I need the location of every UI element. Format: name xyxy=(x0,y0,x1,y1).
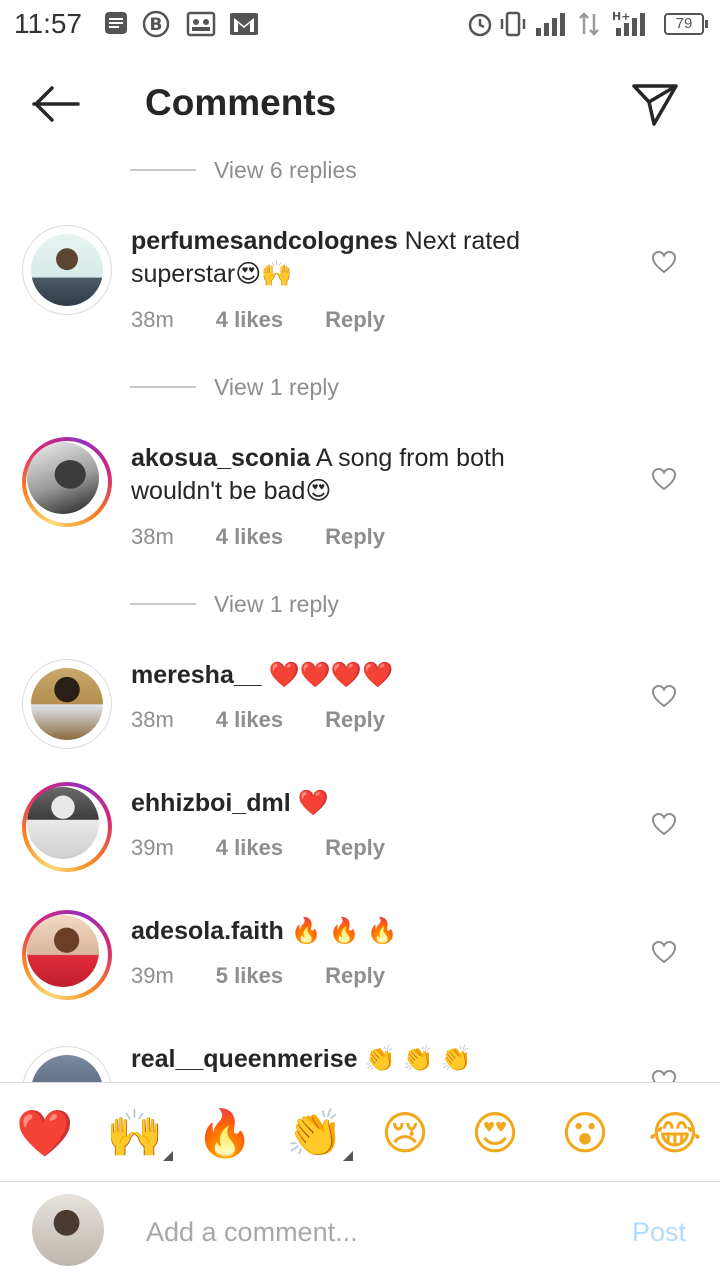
view-replies-button[interactable]: View 1 reply xyxy=(130,584,339,624)
skin-tone-indicator xyxy=(163,1151,173,1161)
reply-button[interactable]: Reply xyxy=(325,835,385,861)
status-time: 11:57 xyxy=(14,8,82,39)
avatar[interactable] xyxy=(22,437,112,527)
like-heart-icon[interactable] xyxy=(651,467,677,491)
contacts-icon xyxy=(186,11,216,37)
avatar[interactable] xyxy=(22,910,112,1000)
comment-username[interactable]: meresha__ xyxy=(131,661,262,689)
comment-composer: Post xyxy=(0,1181,720,1280)
emoji-surprised-button[interactable]: 😮 xyxy=(555,1103,615,1163)
comment-time: 38m xyxy=(131,707,174,732)
signal-hplus-icon: H+ xyxy=(612,10,645,36)
notes-icon xyxy=(105,12,127,34)
emoji-clap-button[interactable]: 👏 xyxy=(285,1103,353,1163)
comment-likes[interactable]: 4 likes xyxy=(216,835,283,861)
emoji-heart-eyes-button[interactable]: 😍 xyxy=(465,1103,525,1163)
comment-time: 38m xyxy=(131,524,174,549)
comment-likes[interactable]: 5 likes xyxy=(216,963,283,989)
reply-button[interactable]: Reply xyxy=(325,963,385,989)
like-heart-icon[interactable] xyxy=(651,684,677,708)
comment-input[interactable] xyxy=(144,1209,608,1255)
divider-line xyxy=(130,603,196,605)
gmail-icon xyxy=(230,13,258,35)
battery-indicator: 79 xyxy=(664,13,708,35)
fire-emoji-icon: 🔥 xyxy=(196,1106,254,1160)
data-transfer-icon xyxy=(579,12,599,36)
post-button[interactable]: Post xyxy=(632,1217,686,1248)
comment-username[interactable]: akosua_sconia xyxy=(131,444,310,472)
surprised-face-emoji-icon: 😮 xyxy=(561,1106,609,1160)
comment-body: 🔥 🔥 🔥 xyxy=(283,917,399,945)
comment-item: real__queenmerise 👏 👏 👏 xyxy=(0,1043,720,1082)
avatar[interactable] xyxy=(22,782,112,872)
emoji-crying-button[interactable]: 😢 xyxy=(375,1103,435,1163)
comment-username[interactable]: ehhizboi_dml xyxy=(131,789,291,817)
paper-plane-icon[interactable] xyxy=(630,80,680,128)
like-heart-icon[interactable] xyxy=(651,250,677,274)
svg-text:H+: H+ xyxy=(612,10,630,23)
like-heart-icon[interactable] xyxy=(651,1069,677,1082)
comment-body: ❤️❤️❤️❤️ xyxy=(261,661,394,689)
back-arrow-icon[interactable] xyxy=(30,84,82,124)
reply-button[interactable]: Reply xyxy=(325,707,385,733)
reply-button[interactable]: Reply xyxy=(325,307,385,333)
status-bar: 11:57 B H+ 79 xyxy=(0,0,720,50)
vibrate-icon xyxy=(500,11,526,37)
like-heart-icon[interactable] xyxy=(651,940,677,964)
like-heart-icon[interactable] xyxy=(651,812,677,836)
alarm-icon xyxy=(468,13,492,37)
heart-emoji-icon: ❤️ xyxy=(16,1106,74,1160)
reply-button[interactable]: Reply xyxy=(325,524,385,550)
emoji-fire-button[interactable]: 🔥 xyxy=(195,1103,255,1163)
view-replies-label: View 1 reply xyxy=(214,373,339,400)
page-title: Comments xyxy=(145,82,337,123)
clapping-hands-emoji-icon: 👏 xyxy=(286,1106,344,1160)
divider-line xyxy=(130,169,196,171)
view-replies-button[interactable]: View 6 replies xyxy=(130,150,357,190)
emoji-quick-bar: ❤️ 🙌 🔥 👏 😢 😍 😮 😂 xyxy=(0,1082,720,1182)
comment-time: 38m xyxy=(131,307,174,332)
emoji-heart-button[interactable]: ❤️ xyxy=(15,1103,75,1163)
comment-likes[interactable]: 4 likes xyxy=(216,524,283,550)
comment-username[interactable]: adesola.faith xyxy=(131,917,284,945)
comment-time: 39m xyxy=(131,835,174,860)
view-replies-label: View 6 replies xyxy=(214,156,357,183)
signal-icon xyxy=(536,13,565,36)
comment-username[interactable]: real__queenmerise xyxy=(131,1045,358,1073)
view-replies-button[interactable]: View 1 reply xyxy=(130,367,339,407)
skin-tone-indicator xyxy=(343,1151,353,1161)
avatar[interactable] xyxy=(22,1046,112,1082)
comment-likes[interactable]: 4 likes xyxy=(216,707,283,733)
emoji-laughing-button[interactable]: 😂 xyxy=(645,1103,705,1163)
heart-eyes-emoji-icon: 😍 xyxy=(471,1106,519,1160)
comment-body: 👏 👏 👏 xyxy=(357,1045,472,1073)
view-replies-label: View 1 reply xyxy=(214,590,339,617)
avatar[interactable] xyxy=(22,659,112,749)
svg-text:B: B xyxy=(150,15,163,35)
emoji-raised-hands-button[interactable]: 🙌 xyxy=(105,1103,173,1163)
divider-line xyxy=(130,386,196,388)
comment-likes[interactable]: 4 likes xyxy=(216,307,283,333)
b-circle-icon: B xyxy=(142,10,170,38)
crying-face-emoji-icon: 😢 xyxy=(381,1106,429,1160)
my-avatar xyxy=(32,1194,104,1266)
tears-of-joy-emoji-icon: 😂 xyxy=(648,1106,702,1160)
header: Comments xyxy=(0,60,720,150)
comment-username[interactable]: perfumesandcolognes xyxy=(131,227,398,255)
avatar[interactable] xyxy=(22,225,112,315)
raised-hands-emoji-icon: 🙌 xyxy=(106,1106,164,1160)
comment-time: 39m xyxy=(131,963,174,988)
comment-body: ❤️ xyxy=(290,789,329,817)
